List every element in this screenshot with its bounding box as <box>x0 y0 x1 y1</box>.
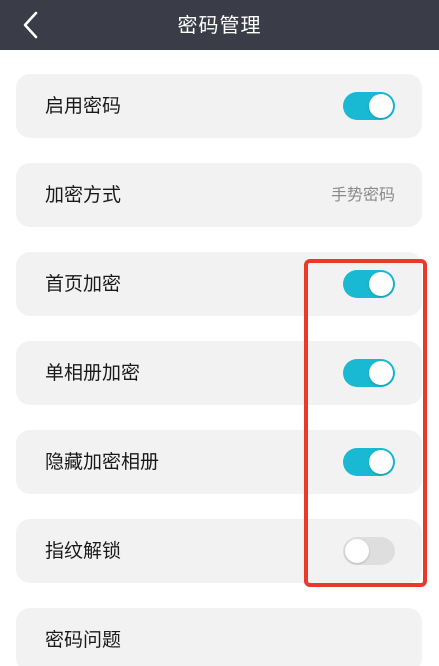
row-label: 密码问题 <box>45 629 122 651</box>
row-hide-encrypted-albums: 隐藏加密相册 <box>16 430 422 494</box>
row-fingerprint-unlock: 指纹解锁 <box>16 519 422 583</box>
toggle-knob <box>369 361 393 385</box>
row-label: 首页加密 <box>45 273 122 295</box>
row-label: 指纹解锁 <box>45 540 122 562</box>
row-label: 单相册加密 <box>45 362 141 384</box>
fingerprint-unlock-toggle[interactable] <box>343 537 395 565</box>
settings-list: 启用密码 加密方式 手势密码 首页加密 单相册加密 隐藏加密相册 指纹解锁 密码… <box>16 74 422 666</box>
single-album-encryption-toggle[interactable] <box>343 359 395 387</box>
password-management-screen: 密码管理 启用密码 加密方式 手势密码 首页加密 单相册加密 隐藏加密相册 指纹… <box>0 0 439 666</box>
row-label: 隐藏加密相册 <box>45 451 160 473</box>
row-password-question[interactable]: 密码问题 <box>16 608 422 666</box>
row-label: 加密方式 <box>45 184 122 206</box>
hide-encrypted-albums-toggle[interactable] <box>343 448 395 476</box>
homepage-encryption-toggle[interactable] <box>343 270 395 298</box>
toggle-knob <box>345 539 369 563</box>
row-enable-password: 启用密码 <box>16 74 422 138</box>
row-single-album-encryption: 单相册加密 <box>16 341 422 405</box>
page-title: 密码管理 <box>177 13 262 37</box>
row-homepage-encryption: 首页加密 <box>16 252 422 316</box>
nav-bar: 密码管理 <box>0 0 439 50</box>
toggle-knob <box>369 450 393 474</box>
row-label: 启用密码 <box>45 95 122 117</box>
encryption-method-value: 手势密码 <box>330 185 395 204</box>
toggle-knob <box>369 272 393 296</box>
row-encryption-method[interactable]: 加密方式 手势密码 <box>16 163 422 227</box>
enable-password-toggle[interactable] <box>343 92 395 120</box>
toggle-knob <box>369 94 393 118</box>
